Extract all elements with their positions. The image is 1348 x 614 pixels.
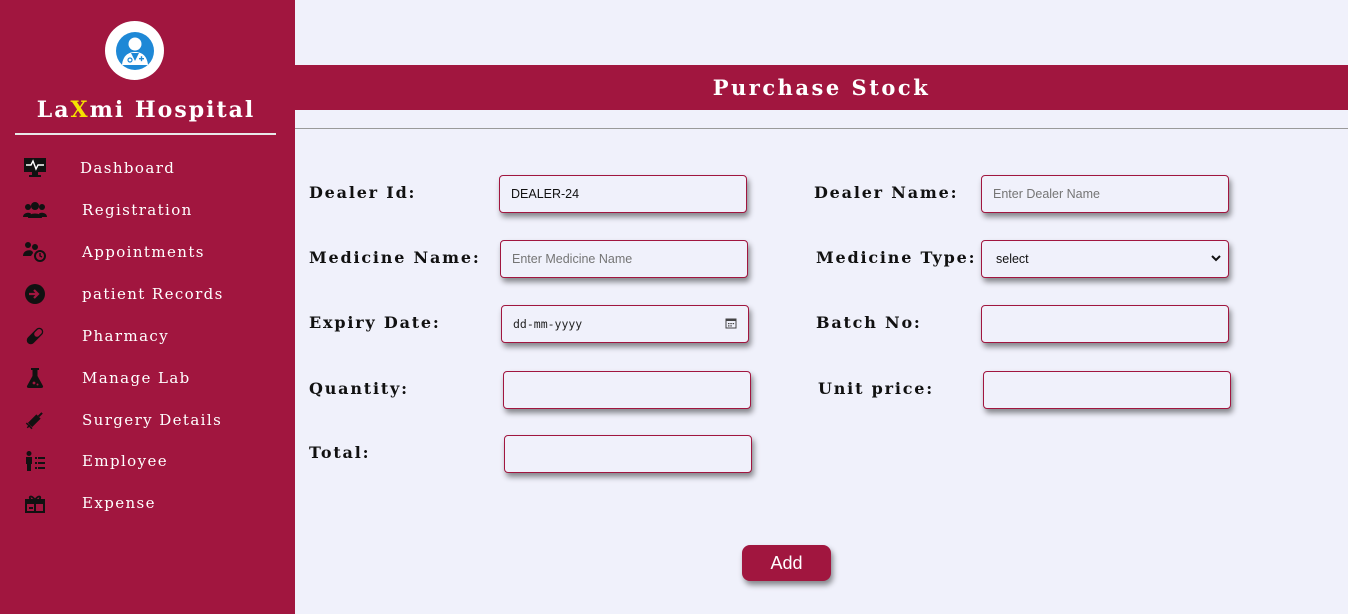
sidebar-item-expense[interactable]: Expense xyxy=(22,488,282,518)
quantity-input[interactable] xyxy=(503,371,751,409)
sidebar-item-label: Surgery Details xyxy=(82,411,223,429)
sign-in-circle-icon xyxy=(22,282,48,306)
dealer-name-placeholder: Enter Dealer Name xyxy=(993,187,1100,201)
sidebar-item-label: Employee xyxy=(82,452,169,470)
medicine-type-selected: select xyxy=(996,252,1029,266)
medicine-type-label: Medicine Type: xyxy=(816,248,977,267)
sidebar-item-patient-records[interactable]: patient Records xyxy=(22,279,282,309)
monitor-heartbeat-icon xyxy=(22,156,48,180)
person-list-icon xyxy=(22,449,48,473)
calendar-icon[interactable] xyxy=(725,317,737,332)
batch-no-input[interactable] xyxy=(981,305,1229,343)
sidebar-item-pharmacy[interactable]: Pharmacy xyxy=(22,321,282,351)
brand-title: LaXmi Hospital xyxy=(36,97,256,123)
page-title-bar: Purchase Stock xyxy=(295,65,1348,110)
brand-divider xyxy=(15,133,276,135)
add-button[interactable]: Add xyxy=(742,545,831,581)
doctor-logo-icon xyxy=(105,21,164,80)
sidebar-item-label: Appointments xyxy=(82,243,205,261)
total-input[interactable] xyxy=(504,435,752,473)
sidebar-item-appointments[interactable]: Appointments xyxy=(22,237,282,267)
sidebar: LaXmi Hospital Dashboard Registration Ap… xyxy=(0,0,295,614)
people-clock-icon xyxy=(22,240,48,264)
medicine-type-select[interactable]: select xyxy=(981,240,1229,278)
medicine-name-input[interactable]: Enter Medicine Name xyxy=(500,240,748,278)
sidebar-item-label: Manage Lab xyxy=(82,369,191,387)
sidebar-item-label: Dashboard xyxy=(80,159,176,177)
dealer-id-value: DEALER-24 xyxy=(511,187,580,201)
capsule-icon xyxy=(22,324,48,348)
sidebar-item-registration[interactable]: Registration xyxy=(22,195,282,225)
dealer-id-input[interactable]: DEALER-24 xyxy=(499,175,747,213)
sidebar-item-label: Expense xyxy=(82,494,156,512)
sidebar-item-label: Pharmacy xyxy=(82,327,170,345)
syringe-icon xyxy=(22,408,48,432)
medicine-name-label: Medicine Name: xyxy=(309,248,481,267)
medicine-name-placeholder: Enter Medicine Name xyxy=(512,252,633,266)
gift-card-icon xyxy=(22,491,48,515)
unit-price-label: Unit price: xyxy=(818,379,934,398)
expiry-date-placeholder: dd-mm-yyyy xyxy=(513,317,583,331)
total-label: Total: xyxy=(309,443,371,462)
sidebar-item-surgery-details[interactable]: Surgery Details xyxy=(22,405,282,435)
unit-price-input[interactable] xyxy=(983,371,1231,409)
dealer-name-label: Dealer Name: xyxy=(814,183,959,202)
sidebar-item-label: Registration xyxy=(82,201,193,219)
flask-icon xyxy=(22,366,48,390)
dealer-name-input[interactable]: Enter Dealer Name xyxy=(981,175,1229,213)
users-group-icon xyxy=(22,198,48,222)
sidebar-item-label: patient Records xyxy=(82,285,224,303)
expiry-date-input[interactable]: dd-mm-yyyy xyxy=(501,305,749,343)
expiry-date-label: Expiry Date: xyxy=(309,313,441,332)
page-title: Purchase Stock xyxy=(712,75,931,100)
title-divider xyxy=(295,128,1348,129)
quantity-label: Quantity: xyxy=(309,379,409,398)
dealer-id-label: Dealer Id: xyxy=(309,183,417,202)
sidebar-item-manage-lab[interactable]: Manage Lab xyxy=(22,363,282,393)
chevron-down-icon[interactable] xyxy=(1210,252,1222,266)
batch-no-label: Batch No: xyxy=(816,313,922,332)
sidebar-item-employee[interactable]: Employee xyxy=(22,446,282,476)
sidebar-item-dashboard[interactable]: Dashboard xyxy=(22,153,282,183)
